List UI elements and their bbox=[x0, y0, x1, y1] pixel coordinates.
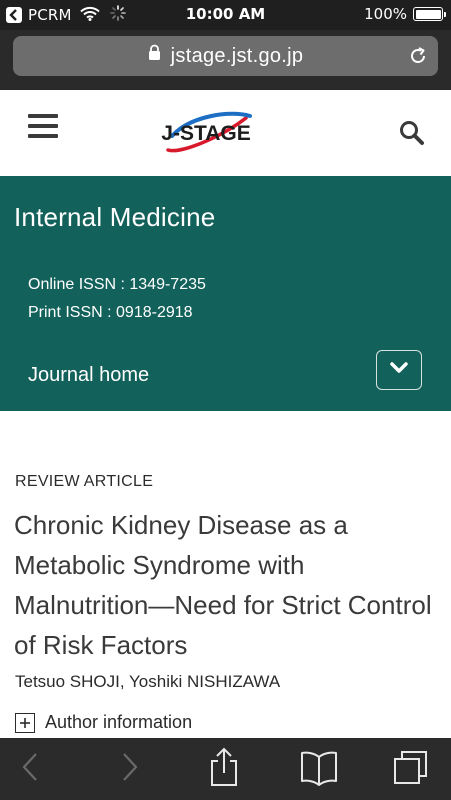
browser-toolbar bbox=[0, 738, 451, 800]
article-title: Chronic Kidney Disease as a Metabolic Sy… bbox=[14, 510, 432, 660]
bookmarks-icon[interactable] bbox=[300, 750, 338, 791]
status-bar: PCRM 10:00 AM 100% bbox=[0, 0, 451, 30]
address-bar[interactable]: jstage.jst.go.jp bbox=[13, 36, 438, 76]
back-arrow-icon[interactable] bbox=[20, 750, 42, 789]
browser-address-area: jstage.jst.go.jp bbox=[0, 30, 451, 90]
status-right: 100% bbox=[364, 5, 446, 23]
reload-icon[interactable] bbox=[408, 46, 428, 71]
plus-box-icon bbox=[15, 712, 35, 733]
online-issn: Online ISSN : 1349-7235 bbox=[28, 276, 206, 293]
journal-home-link[interactable]: Journal home bbox=[28, 364, 149, 387]
jstage-logo[interactable]: J-STAGE bbox=[150, 106, 262, 156]
site-header: J-STAGE bbox=[0, 90, 451, 176]
author-information-toggle[interactable]: Author information bbox=[15, 712, 192, 733]
author-information-label: Author information bbox=[45, 712, 193, 732]
journal-title[interactable]: Internal Medicine bbox=[14, 202, 215, 233]
url-display[interactable]: jstage.jst.go.jp bbox=[13, 36, 438, 76]
article-authors: Tetsuo SHOJI, Yoshiki NISHIZAWA bbox=[15, 672, 281, 691]
chevron-down-icon bbox=[389, 361, 409, 380]
share-icon[interactable] bbox=[207, 747, 241, 792]
lock-icon bbox=[148, 44, 161, 67]
journal-banner: Internal Medicine Online ISSN : 1349-723… bbox=[0, 176, 451, 411]
hamburger-menu-icon[interactable] bbox=[28, 114, 58, 138]
url-text: jstage.jst.go.jp bbox=[170, 44, 304, 67]
article-type: REVIEW ARTICLE bbox=[15, 473, 154, 490]
forward-arrow-icon[interactable] bbox=[118, 750, 140, 789]
logo-text: J-STAGE bbox=[161, 122, 250, 145]
search-icon[interactable] bbox=[399, 120, 425, 151]
battery-icon bbox=[413, 7, 446, 21]
battery-percentage: 100% bbox=[364, 5, 407, 23]
journal-menu-toggle-button[interactable] bbox=[376, 350, 422, 390]
print-issn: Print ISSN : 0918-2918 bbox=[28, 304, 193, 321]
tabs-icon[interactable] bbox=[393, 750, 429, 791]
